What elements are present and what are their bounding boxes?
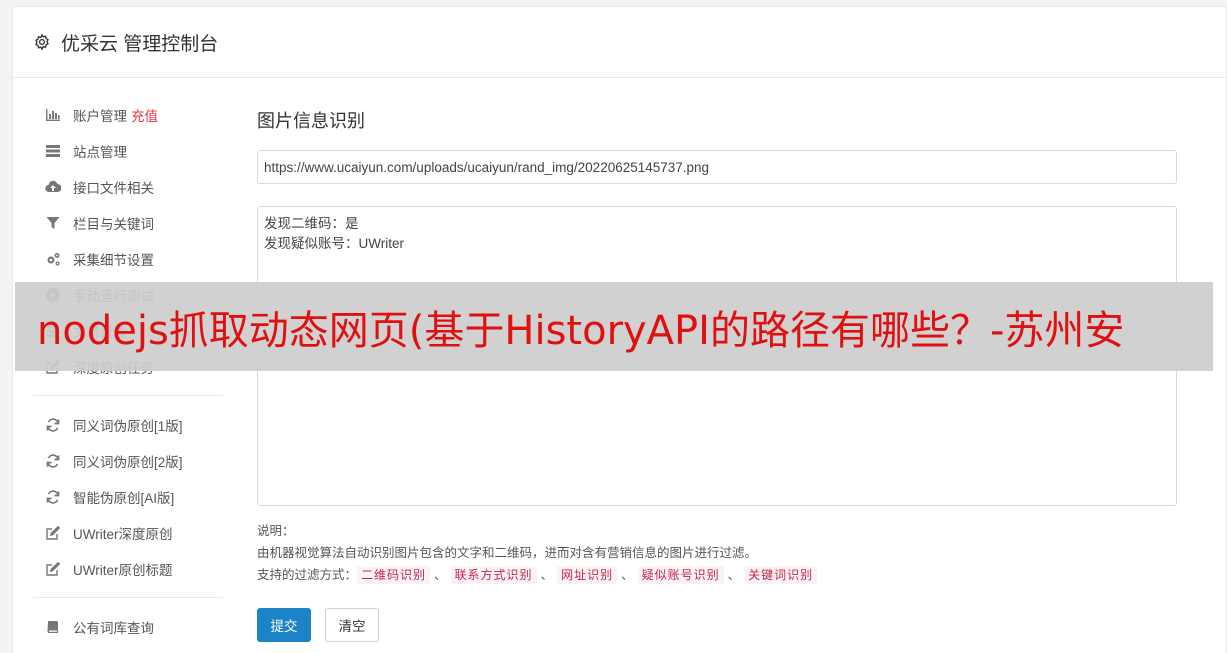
page-title: 优采云 管理控制台 [61, 33, 219, 55]
description: 说明： 由机器视觉算法自动识别图片包含的文字和二维码，进而对含有营销信息的图片进… [257, 520, 1177, 586]
refresh-icon [44, 489, 62, 505]
result-line: 发现疑似账号：UWriter [264, 236, 404, 251]
edit-icon [44, 561, 62, 577]
sidebar-item[interactable]: 同义词伪原创[2版] [33, 443, 223, 479]
sidebar-item-label: 采集细节设置 [73, 253, 154, 268]
edit-icon [44, 525, 62, 541]
filter-tag: 联系方式识别 [450, 566, 537, 584]
sidebar-divider [33, 395, 223, 396]
sidebar-item-label: 站点管理 [73, 145, 127, 160]
sidebar-item[interactable]: 同义词伪原创[1版] [33, 407, 223, 443]
overlay-text: nodejs抓取动态网页(基于HistoryAPI的路径有哪些？-苏州安 [37, 307, 1125, 354]
title-overlay-banner: nodejs抓取动态网页(基于HistoryAPI的路径有哪些？-苏州安 [15, 282, 1213, 371]
sidebar-item-label: 公有词库查询 [73, 621, 154, 636]
server-icon [44, 143, 62, 159]
sidebar-item[interactable]: 接口文件相关 [33, 169, 223, 205]
sidebar-item[interactable]: 账户管理 充值 [33, 97, 223, 133]
submit-button[interactable]: 提交 [257, 608, 311, 642]
filter-tag: 关键词识别 [744, 566, 818, 584]
filter-tag: 网址识别 [557, 566, 618, 584]
page-header: 优采云 管理控制台 [13, 7, 1226, 78]
filter-icon [44, 215, 62, 231]
sidebar-item[interactable]: UWriter原创标题 [33, 551, 223, 587]
sidebar: 账户管理充值站点管理接口文件相关栏目与关键词采集细节设置手动运行测试文章管理深度… [33, 97, 223, 645]
tag-separator: 、 [540, 568, 554, 582]
tag-separator: 、 [621, 568, 634, 582]
sidebar-item-label: UWriter原创标题 [73, 563, 173, 578]
sidebar-item-label: 栏目与关键词 [73, 217, 154, 232]
description-text: 由机器视觉算法自动识别图片包含的文字和二维码，进而对含有营销信息的图片进行过滤。 [257, 546, 758, 560]
sidebar-item[interactable]: 公有词库查询 [33, 609, 223, 645]
sidebar-item[interactable]: UWriter深度原创 [33, 515, 223, 551]
sidebar-item[interactable]: 采集细节设置 [33, 241, 223, 277]
filter-methods: 支持的过滤方式： 二维码识别、联系方式识别、网址识别、疑似账号识别、关键词识别 [257, 564, 1177, 586]
sidebar-item[interactable]: 栏目与关键词 [33, 205, 223, 241]
sidebar-item-label: 接口文件相关 [73, 181, 154, 196]
section-title: 图片信息识别 [257, 111, 365, 131]
cloud-upload-icon [44, 179, 62, 195]
image-url-input[interactable] [257, 150, 1177, 184]
action-buttons: 提交 清空 [257, 608, 1177, 642]
sidebar-item-label: 同义词伪原创[2版] [73, 455, 183, 470]
refresh-icon [44, 453, 62, 469]
filter-tag: 疑似账号识别 [637, 566, 724, 584]
sidebar-item-label: 同义词伪原创[1版] [73, 419, 183, 434]
gear-icon [33, 33, 51, 51]
result-line: 发现二维码：是 [264, 216, 359, 231]
book-icon [44, 619, 62, 635]
filter-label: 支持的过滤方式： [257, 568, 358, 582]
filter-tag: 二维码识别 [357, 566, 431, 584]
gears-icon [44, 251, 62, 267]
tag-separator: 、 [434, 568, 447, 582]
sidebar-item-label: 智能伪原创[AI版] [73, 491, 175, 506]
sidebar-item[interactable]: 智能伪原创[AI版] [33, 479, 223, 515]
bar-chart-icon [44, 107, 62, 123]
clear-button[interactable]: 清空 [325, 608, 379, 642]
description-heading: 说明： [257, 524, 295, 538]
refresh-icon [44, 417, 62, 433]
sidebar-item-label: UWriter深度原创 [73, 527, 173, 542]
main-content: 图片信息识别 发现二维码：是 发现疑似账号：UWriter 说明： 由机器视觉算… [257, 107, 1177, 642]
tag-separator: 、 [727, 568, 741, 582]
sidebar-item[interactable]: 站点管理 [33, 133, 223, 169]
recharge-link[interactable]: 充值 [131, 105, 158, 125]
sidebar-item-label: 账户管理 [73, 109, 127, 124]
sidebar-divider [33, 597, 223, 598]
